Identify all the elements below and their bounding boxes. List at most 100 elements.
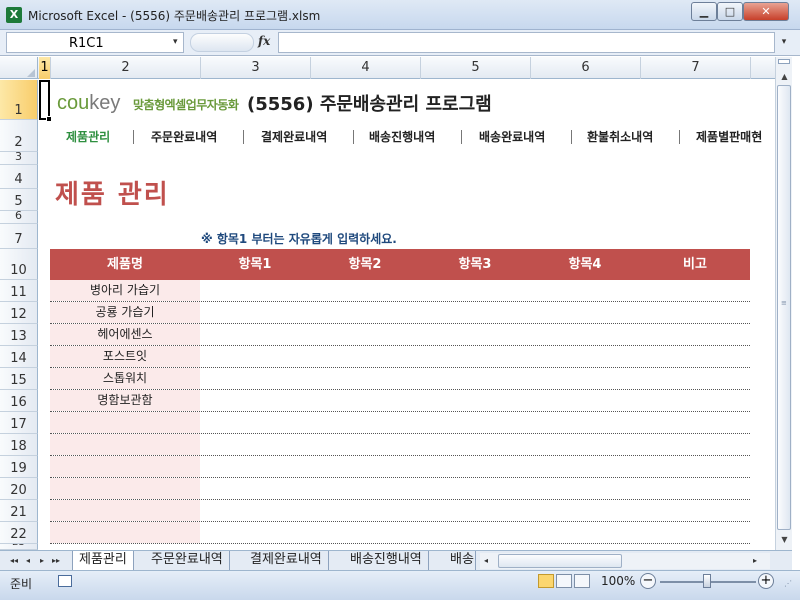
row-header[interactable]: 22 <box>0 522 38 544</box>
table-row[interactable] <box>50 478 750 500</box>
row-header[interactable]: 12 <box>0 302 38 324</box>
row-header[interactable]: 5 <box>0 189 38 211</box>
row-header[interactable]: 1 <box>0 80 38 120</box>
product-name-cell[interactable] <box>50 500 200 521</box>
column-header-item2[interactable]: 항목2 <box>310 249 420 280</box>
row-header[interactable]: 20 <box>0 478 38 500</box>
row-header[interactable]: 13 <box>0 324 38 346</box>
zoom-level[interactable]: 100% <box>601 574 635 588</box>
zoom-slider-thumb[interactable] <box>703 574 711 588</box>
column-header[interactable]: 1 <box>39 57 51 79</box>
scroll-left-icon[interactable]: ◂ <box>484 553 496 569</box>
zoom-out-button[interactable]: − <box>640 573 656 589</box>
vertical-scrollbar[interactable]: ▲ ≡ ▼ <box>775 57 792 550</box>
table-row[interactable] <box>50 412 750 434</box>
column-header-item3[interactable]: 항목3 <box>420 249 530 280</box>
vertical-scroll-thumb[interactable]: ≡ <box>777 85 791 530</box>
sheet-tab-shipping-progress[interactable]: 배송진행내역 <box>344 551 429 570</box>
row-header[interactable]: 15 <box>0 368 38 390</box>
formula-input[interactable] <box>278 32 775 53</box>
table-row[interactable] <box>50 500 750 522</box>
table-row[interactable]: 포스트잇 <box>50 346 750 368</box>
scroll-down-icon[interactable]: ▼ <box>776 532 793 548</box>
row-header[interactable]: 16 <box>0 390 38 412</box>
product-name-cell[interactable] <box>50 412 200 433</box>
active-cell-r1c1[interactable] <box>39 80 50 120</box>
column-header-product-name[interactable]: 제품명 <box>50 249 200 280</box>
horizontal-scrollbar[interactable]: ◂ ▸ <box>480 553 770 569</box>
menu-sales-by-product[interactable]: 제품별판매현 <box>696 128 762 145</box>
table-row[interactable] <box>50 522 750 544</box>
page-layout-view-icon[interactable] <box>556 574 572 588</box>
formula-expand-icon[interactable]: ▾ <box>776 32 792 53</box>
menu-refund-cancel[interactable]: 환불취소내역 <box>587 128 653 145</box>
product-name-cell[interactable]: 스톱워치 <box>50 368 200 389</box>
row-header[interactable]: 14 <box>0 346 38 368</box>
first-sheet-icon[interactable]: ◂◂ <box>8 554 20 568</box>
row-header[interactable]: 17 <box>0 412 38 434</box>
worksheet-grid[interactable]: coukey 맞춤형엑셀업무자동화 (5556) 주문배송관리 프로그램 제품관… <box>39 80 775 550</box>
sheet-tab-shipping-complete[interactable]: 배송 <box>444 551 476 570</box>
scroll-right-icon[interactable]: ▸ <box>753 553 765 569</box>
select-all-corner[interactable] <box>0 57 38 79</box>
column-header-item1[interactable]: 항목1 <box>200 249 310 280</box>
row-header[interactable]: 10 <box>0 249 38 280</box>
column-header-item4[interactable]: 항목4 <box>530 249 640 280</box>
product-name-cell[interactable]: 포스트잇 <box>50 346 200 367</box>
product-name-cell[interactable]: 명함보관함 <box>50 390 200 411</box>
column-header[interactable]: 7 <box>641 57 751 79</box>
column-header[interactable]: 2 <box>51 57 201 79</box>
fill-handle[interactable] <box>46 116 52 122</box>
maximize-button[interactable]: □ <box>717 2 743 21</box>
last-sheet-icon[interactable]: ▸▸ <box>50 554 62 568</box>
page-break-view-icon[interactable] <box>574 574 590 588</box>
next-sheet-icon[interactable]: ▸ <box>36 554 48 568</box>
split-box[interactable] <box>778 59 790 64</box>
column-header-note[interactable]: 비고 <box>640 249 750 280</box>
row-header[interactable]: 7 <box>0 224 38 249</box>
minimize-button[interactable]: ▁ <box>691 2 717 21</box>
excel-app-icon[interactable]: X <box>6 7 22 23</box>
table-row[interactable] <box>50 456 750 478</box>
row-header[interactable]: 21 <box>0 500 38 522</box>
zoom-in-button[interactable]: + <box>758 573 774 589</box>
row-header[interactable]: 18 <box>0 434 38 456</box>
product-name-cell[interactable]: 헤어에센스 <box>50 324 200 345</box>
product-name-cell[interactable]: 공룡 가습기 <box>50 302 200 323</box>
row-header[interactable]: 6 <box>0 209 38 224</box>
menu-shipping-complete[interactable]: 배송완료내역 <box>479 128 545 145</box>
table-row[interactable]: 헤어에센스 <box>50 324 750 346</box>
name-box[interactable]: R1C1 ▾ <box>6 32 184 53</box>
sheet-tab-payment-complete[interactable]: 결제완료내역 <box>244 551 329 570</box>
table-row[interactable]: 공룡 가습기 <box>50 302 750 324</box>
resize-grip-icon[interactable]: ⋰ <box>784 579 792 588</box>
horizontal-scroll-thumb[interactable] <box>498 554 622 568</box>
column-header[interactable]: 3 <box>201 57 311 79</box>
product-name-cell[interactable] <box>50 522 200 543</box>
row-header[interactable]: 2 <box>0 120 38 152</box>
column-header[interactable]: 4 <box>311 57 421 79</box>
sheet-tab-product[interactable]: 제품관리 <box>72 551 134 570</box>
product-name-cell[interactable] <box>50 434 200 455</box>
menu-product-manage[interactable]: 제품관리 <box>66 128 110 145</box>
row-header[interactable]: 11 <box>0 280 38 302</box>
column-header[interactable]: 6 <box>531 57 641 79</box>
product-name-cell[interactable]: 병아리 가습기 <box>50 280 200 301</box>
row-header[interactable]: 4 <box>0 165 38 189</box>
menu-order-complete[interactable]: 주문완료내역 <box>151 128 217 145</box>
scroll-up-icon[interactable]: ▲ <box>776 69 793 85</box>
table-row[interactable] <box>50 434 750 456</box>
table-row[interactable]: 스톱워치 <box>50 368 750 390</box>
table-row[interactable]: 병아리 가습기 <box>50 280 750 302</box>
prev-sheet-icon[interactable]: ◂ <box>22 554 34 568</box>
table-row[interactable]: 명함보관함 <box>50 390 750 412</box>
menu-payment-complete[interactable]: 결제완료내역 <box>261 128 327 145</box>
product-name-cell[interactable] <box>50 478 200 499</box>
row-header[interactable]: 19 <box>0 456 38 478</box>
chevron-down-icon[interactable]: ▾ <box>173 37 178 47</box>
menu-shipping-progress[interactable]: 배송진행내역 <box>369 128 435 145</box>
insert-function-icon[interactable]: fx <box>258 34 270 48</box>
sheet-tab-order-complete[interactable]: 주문완료내역 <box>145 551 230 570</box>
product-name-cell[interactable] <box>50 456 200 477</box>
normal-view-icon[interactable] <box>538 574 554 588</box>
